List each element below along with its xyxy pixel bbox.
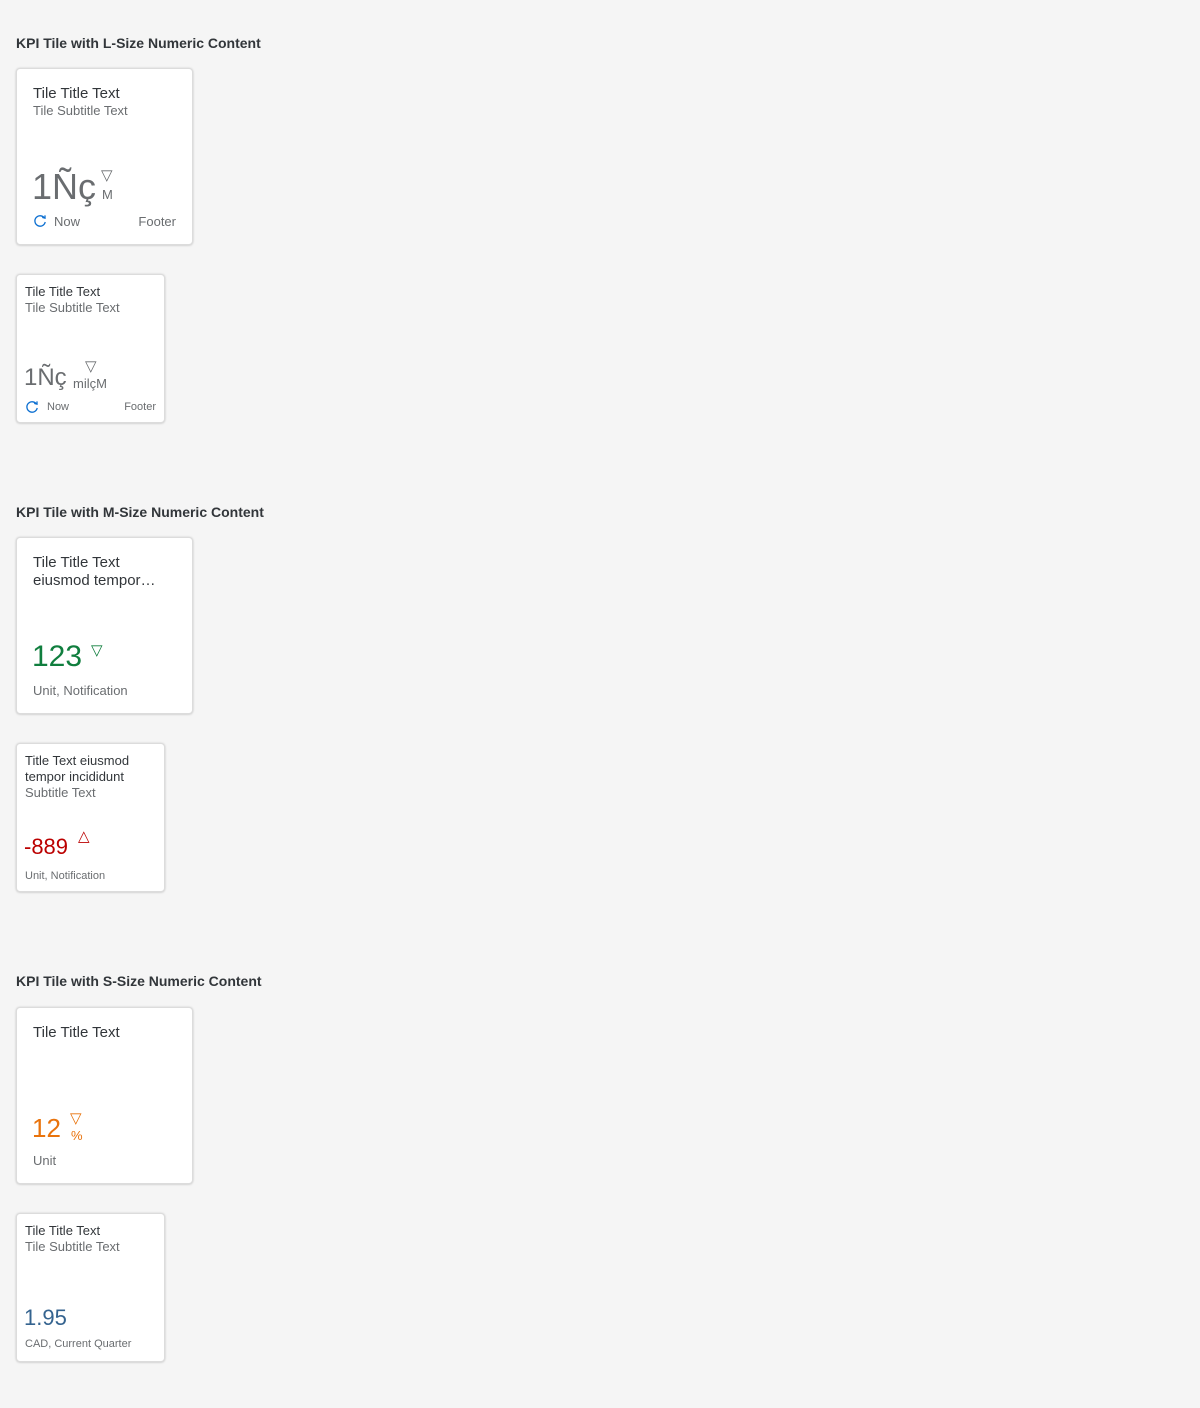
kpi-tile-l-1[interactable]: Tile Title Text Tile Subtitle Text 1Ñç ▽…: [16, 68, 193, 245]
scale-label: M: [102, 187, 113, 202]
trend-down-icon: ▽: [85, 358, 97, 375]
section-title-m-size: KPI Tile with M-Size Numeric Content: [16, 504, 264, 520]
numeric-value: 123: [32, 640, 83, 673]
tile-title: Tile Title Text: [33, 1024, 120, 1041]
scale-label: milçM: [73, 376, 107, 391]
kpi-tile-s-1[interactable]: Tile Title Text Tile Subtitle Text 1Ñç ▽…: [16, 274, 165, 423]
tile-title-line-1: Title Text eiusmod: [25, 753, 130, 768]
footer-text: Unit, Notification: [33, 683, 128, 698]
numeric-value: 12: [32, 1113, 61, 1143]
trend-down-icon: ▽: [101, 167, 113, 184]
trend-down-icon: ▽: [91, 642, 103, 659]
numeric-value: -889: [24, 834, 69, 859]
numeric-value: 1.95: [24, 1305, 67, 1330]
footer-text: CAD, Current Quarter: [25, 1338, 132, 1350]
refresh-icon[interactable]: [33, 214, 47, 228]
tile-subtitle: eiusmod tempor…: [33, 572, 156, 589]
kpi-tile-s-3[interactable]: Tile Title Text Tile Subtitle Text 1.95 …: [16, 1213, 165, 1362]
numeric-value: 1Ñç: [24, 364, 67, 391]
footer-timestamp: Now: [54, 214, 81, 229]
tile-title: Tile Title Text: [25, 1223, 101, 1238]
tile-subtitle: Tile Subtitle Text: [25, 1239, 120, 1254]
trend-down-icon: ▽: [70, 1110, 82, 1127]
tile-title-line-2: tempor incididunt: [25, 769, 124, 784]
scale-label: %: [71, 1128, 83, 1143]
tile-title: Tile Title Text: [33, 85, 120, 102]
footer-text: Unit, Notification: [25, 870, 106, 882]
section-title-l-size: KPI Tile with L-Size Numeric Content: [16, 35, 261, 51]
tile-title: Tile Title Text: [25, 284, 101, 299]
numeric-value: 1Ñç: [32, 166, 97, 207]
tile-title: Tile Title Text: [33, 554, 120, 571]
footer-text: Unit: [33, 1153, 57, 1168]
footer-text: Footer: [124, 401, 156, 413]
tile-subtitle: Tile Subtitle Text: [33, 103, 128, 118]
kpi-tile-s-2[interactable]: Title Text eiusmod tempor incididunt Sub…: [16, 743, 165, 892]
section-title-s-size: KPI Tile with S-Size Numeric Content: [16, 973, 262, 989]
kpi-tile-l-2[interactable]: Tile Title Text eiusmod tempor… 123 ▽ Un…: [16, 537, 193, 714]
tile-subtitle: Tile Subtitle Text: [25, 300, 120, 315]
tile-subtitle: Subtitle Text: [25, 785, 96, 800]
refresh-icon[interactable]: [25, 400, 39, 414]
kpi-tile-l-3[interactable]: Tile Title Text 12 ▽ % Unit: [16, 1007, 193, 1184]
trend-up-icon: △: [78, 828, 90, 845]
footer-text: Footer: [138, 214, 176, 229]
footer-timestamp: Now: [47, 401, 70, 413]
